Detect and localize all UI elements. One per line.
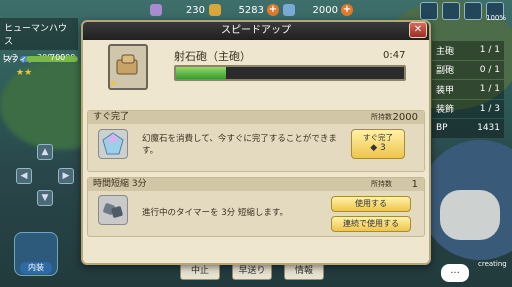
owned-value: 2000 bbox=[392, 112, 418, 123]
down-arrow-button[interactable]: ▼ bbox=[37, 190, 53, 206]
resource-2: 5283 + bbox=[209, 4, 279, 16]
instant-description: 幻魔石を消費して、今すぐに完了することができます。 bbox=[142, 134, 337, 156]
add-gem-button[interactable]: + bbox=[341, 4, 353, 16]
owned-value: 1 bbox=[411, 179, 418, 190]
use-continuously-button[interactable]: 連続で使用する bbox=[331, 216, 411, 232]
resource-2-value: 5283 bbox=[238, 4, 264, 16]
owned-label: 所持数 bbox=[371, 113, 392, 121]
shorten-title: 時間短縮 3分 bbox=[93, 179, 147, 189]
tools-icon bbox=[98, 195, 128, 225]
instant-complete-button[interactable]: すぐ完了 ◆ 3 bbox=[351, 129, 405, 159]
add-coin-button[interactable]: + bbox=[267, 4, 279, 16]
resource-3: 2000 + bbox=[283, 4, 353, 16]
build-progress-bar bbox=[174, 65, 406, 81]
directional-pad: ▲ ◀ ▶ ▼ bbox=[8, 144, 74, 210]
item-name: 射石砲（主砲） bbox=[174, 50, 251, 63]
remaining-time: 0:47 bbox=[383, 50, 406, 61]
resource-bar: 230 5283 + 2000 + bbox=[150, 2, 353, 18]
up-arrow-button[interactable]: ▲ bbox=[37, 144, 53, 160]
battery-icon bbox=[464, 2, 482, 20]
instant-complete-section: すぐ完了 所持数 2000 幻魔石を消費して、今すぐに完了することができます。 … bbox=[87, 110, 425, 172]
magic-stone-icon bbox=[98, 129, 128, 159]
chat-button[interactable]: ... bbox=[441, 264, 469, 282]
interior-label[interactable]: 内装 bbox=[20, 262, 52, 274]
stat-row: 主砲 1 / 1 bbox=[432, 41, 504, 60]
creating-label: creating bbox=[478, 260, 507, 268]
resource-1-value: 230 bbox=[185, 4, 205, 16]
item-thumbnail: ★ bbox=[108, 44, 148, 90]
resource-icon bbox=[150, 4, 162, 16]
shorten-description: 進行中のタイマーを 3分 短縮します。 bbox=[142, 208, 288, 218]
instant-title: すぐ完了 bbox=[93, 112, 130, 122]
resource-1: 230 bbox=[150, 4, 205, 16]
dialog-header: スピードアップ ✕ bbox=[83, 22, 429, 40]
close-button[interactable]: ✕ bbox=[409, 22, 427, 38]
stat-row: BP 1431 bbox=[432, 119, 504, 138]
speedup-dialog: スピードアップ ✕ ★ 射石砲（主砲） 0:47 すぐ完了 所持数 2000 幻… bbox=[81, 20, 431, 265]
place-name: ヒューマンハウス bbox=[0, 18, 78, 50]
dialog-title: スピードアップ bbox=[221, 25, 291, 36]
stat-row: 装飾 1 / 3 bbox=[432, 99, 504, 118]
section-header: すぐ完了 所持数 2000 bbox=[88, 111, 424, 124]
instant-button-label: すぐ完了 bbox=[363, 133, 393, 142]
instant-button-cost: ◆ 3 bbox=[370, 143, 386, 153]
catapult-icon bbox=[116, 54, 138, 75]
use-button[interactable]: 使用する bbox=[331, 196, 411, 212]
section-header: 時間短縮 3分 所持数 1 bbox=[88, 178, 424, 191]
coin-icon bbox=[209, 4, 221, 16]
rank-stars: ★★ bbox=[16, 68, 33, 78]
owned-label: 所持数 bbox=[371, 180, 392, 188]
friends-icon[interactable] bbox=[420, 2, 438, 20]
stats-panel: 主砲 1 / 1 副砲 0 / 1 装甲 1 / 1 装飾 1 / 3 BP 1431 bbox=[432, 41, 504, 139]
monster-face bbox=[440, 190, 500, 240]
player-hud: ヒューマンハウス Lv2 300 / 600 スフィラ 700 ★★ bbox=[0, 18, 78, 78]
item-star-icon: ★ bbox=[109, 79, 118, 89]
battery-level: 100% bbox=[485, 14, 506, 22]
gem-icon bbox=[283, 4, 295, 16]
sp-value: 700 bbox=[50, 53, 66, 62]
build-progress-fill bbox=[176, 67, 227, 79]
stat-row: 装甲 1 / 1 bbox=[432, 80, 504, 99]
stat-row: 副砲 0 / 1 bbox=[432, 60, 504, 79]
resource-3-value: 2000 bbox=[312, 4, 338, 16]
left-arrow-button[interactable]: ◀ bbox=[16, 168, 32, 184]
edit-icon[interactable] bbox=[442, 2, 460, 20]
right-arrow-button[interactable]: ▶ bbox=[58, 168, 74, 184]
time-shorten-section: 時間短縮 3分 所持数 1 進行中のタイマーを 3分 短縮します。 使用する 連… bbox=[87, 177, 425, 237]
